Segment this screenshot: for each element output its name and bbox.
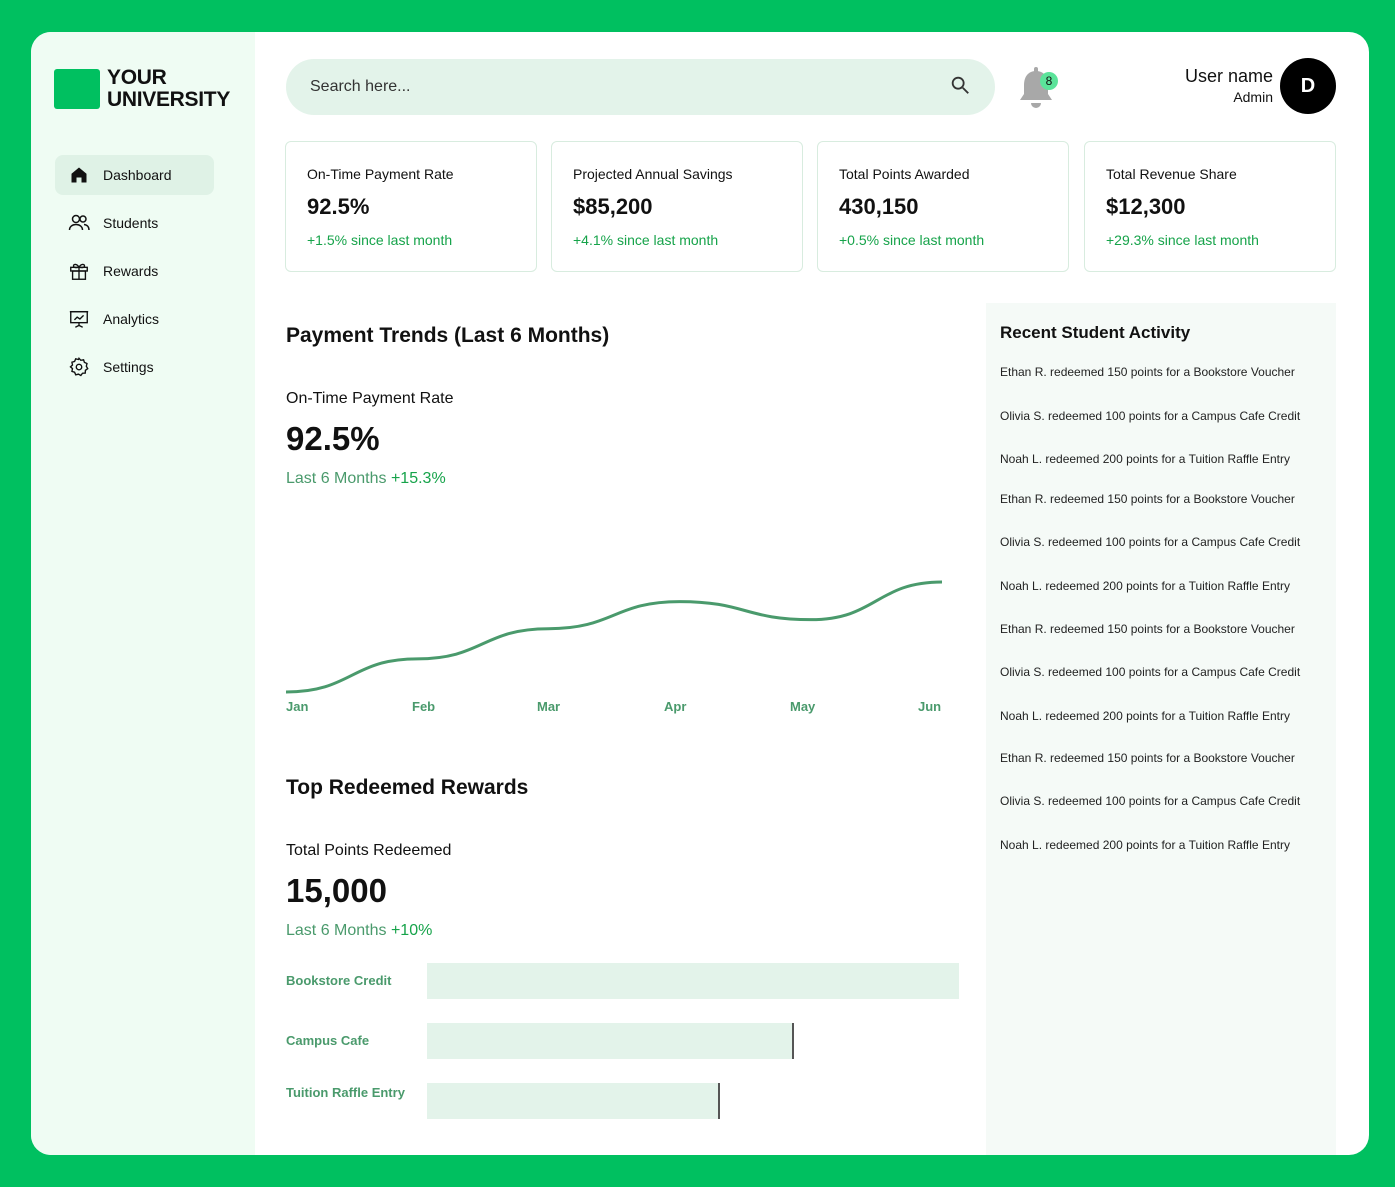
activity-item[interactable]: Noah L. redeemed 200 points for a Tuitio… xyxy=(1000,452,1322,466)
rewards-metric-label: Total Points Redeemed xyxy=(286,842,452,859)
activity-item[interactable]: Ethan R. redeemed 150 points for a Books… xyxy=(1000,751,1322,765)
activity-item[interactable]: Olivia S. redeemed 100 points for a Camp… xyxy=(1000,535,1322,549)
payment-trends-title: Payment Trends (Last 6 Months) xyxy=(286,324,610,347)
avatar[interactable]: D xyxy=(1280,58,1336,114)
stat-card: On-Time Payment Rate 92.5% +1.5% since l… xyxy=(285,141,537,272)
activity-item[interactable]: Olivia S. redeemed 100 points for a Camp… xyxy=(1000,794,1322,808)
x-tick-mar: Mar xyxy=(537,699,561,714)
stat-card: Total Points Awarded 430,150 +0.5% since… xyxy=(817,141,1069,272)
logo[interactable]: YOUR UNIVERSITY xyxy=(54,67,230,111)
bar-end-marker xyxy=(792,1023,795,1059)
bar-label: Bookstore Credit xyxy=(286,973,392,988)
stat-title: Total Points Awarded xyxy=(839,166,970,182)
presentation-chart-icon xyxy=(67,307,91,331)
activity-item[interactable]: Olivia S. redeemed 100 points for a Camp… xyxy=(1000,665,1322,679)
x-tick-apr: Apr xyxy=(664,699,687,714)
trend-series-line xyxy=(286,580,943,694)
sidebar-nav: Dashboard Students Rewards Analytics Set… xyxy=(55,155,214,395)
stat-title: Total Revenue Share xyxy=(1106,166,1237,182)
x-tick-feb: Feb xyxy=(412,699,436,714)
user-name: User name xyxy=(1184,66,1273,86)
rewards-period: Last 6 Months +10% xyxy=(286,922,432,940)
x-tick-may: May xyxy=(790,699,816,714)
trends-period-label: Last 6 Months xyxy=(286,470,387,487)
trends-period: Last 6 Months +15.3% xyxy=(286,470,446,488)
top-rewards-title: Top Redeemed Rewards xyxy=(286,776,529,799)
logo-mark xyxy=(54,69,100,109)
sidebar-item-label: Analytics xyxy=(103,311,160,327)
sidebar-item-analytics[interactable]: Analytics xyxy=(55,299,214,339)
sidebar-item-rewards[interactable]: Rewards xyxy=(55,251,214,291)
trends-delta: +15.3% xyxy=(390,470,446,487)
reward-bar xyxy=(427,1023,795,1059)
search-icon[interactable] xyxy=(949,74,971,101)
trends-metric-value: 92.5% xyxy=(286,420,380,457)
activity-item[interactable]: Noah L. redeemed 200 points for a Tuitio… xyxy=(1000,838,1322,852)
stat-change: +0.5% since last month xyxy=(839,232,985,248)
gear-icon xyxy=(67,355,91,379)
reward-bar xyxy=(427,963,959,999)
bar-label: Tuition Raffle Entry xyxy=(286,1085,405,1100)
stat-change: +29.3% since last month xyxy=(1106,232,1259,248)
users-icon xyxy=(67,211,91,235)
reward-bar xyxy=(427,1083,720,1119)
stat-value: $85,200 xyxy=(573,194,653,219)
notifications-button[interactable]: 8 xyxy=(1016,65,1058,113)
sidebar-item-label: Dashboard xyxy=(103,167,172,183)
stat-card: Total Revenue Share $12,300 +29.3% since… xyxy=(1084,141,1336,272)
x-tick-jan: Jan xyxy=(286,699,309,714)
app-frame: YOUR UNIVERSITY Dashboard Students Rewar… xyxy=(31,32,1369,1155)
activity-item[interactable]: Ethan R. redeemed 150 points for a Books… xyxy=(1000,622,1322,636)
search-bar xyxy=(286,59,995,115)
stat-change: +4.1% since last month xyxy=(573,232,719,248)
rewards-period-label: Last 6 Months xyxy=(286,922,387,939)
sidebar-item-label: Students xyxy=(103,215,159,231)
stat-change: +1.5% since last month xyxy=(307,232,453,248)
recent-activity-panel: Recent Student Activity Ethan R. redeeme… xyxy=(986,303,1336,1155)
stat-value: 92.5% xyxy=(307,194,370,219)
stat-value: 430,150 xyxy=(839,194,919,219)
search-input[interactable] xyxy=(310,78,949,96)
sidebar-item-dashboard[interactable]: Dashboard xyxy=(55,155,214,195)
stat-title: On-Time Payment Rate xyxy=(307,166,454,182)
bar-end-marker xyxy=(717,1083,720,1119)
notification-badge: 8 xyxy=(1040,72,1058,90)
trends-metric-label: On-Time Payment Rate xyxy=(286,390,454,407)
home-icon xyxy=(67,163,91,187)
sidebar-item-label: Settings xyxy=(103,359,154,375)
user-info[interactable]: User name Admin xyxy=(1185,66,1273,105)
sidebar-item-settings[interactable]: Settings xyxy=(55,347,214,387)
stat-value: $12,300 xyxy=(1106,194,1186,219)
sidebar-item-students[interactable]: Students xyxy=(55,203,214,243)
logo-line-2: UNIVERSITY xyxy=(107,88,231,111)
user-role: Admin xyxy=(1233,89,1273,105)
stat-title: Projected Annual Savings xyxy=(573,166,733,182)
logo-text: YOUR UNIVERSITY xyxy=(107,67,230,111)
sidebar: YOUR UNIVERSITY Dashboard Students Rewar… xyxy=(31,32,255,1155)
gift-icon xyxy=(67,259,91,283)
activity-item[interactable]: Noah L. redeemed 200 points for a Tuitio… xyxy=(1000,709,1322,723)
stat-card: Projected Annual Savings $85,200 +4.1% s… xyxy=(551,141,803,272)
activity-item[interactable]: Noah L. redeemed 200 points for a Tuitio… xyxy=(1000,579,1322,593)
activity-title: Recent Student Activity xyxy=(1000,323,1191,342)
rewards-metric-value: 15,000 xyxy=(286,872,387,909)
logo-line-1: YOUR xyxy=(107,66,167,89)
bar-label: Campus Cafe xyxy=(286,1033,370,1048)
x-tick-jun: Jun xyxy=(918,699,942,714)
activity-item[interactable]: Ethan R. redeemed 150 points for a Books… xyxy=(1000,365,1322,379)
rewards-delta: +10% xyxy=(390,922,433,939)
sidebar-item-label: Rewards xyxy=(103,263,159,279)
activity-item[interactable]: Ethan R. redeemed 150 points for a Books… xyxy=(1000,492,1322,506)
activity-item[interactable]: Olivia S. redeemed 100 points for a Camp… xyxy=(1000,409,1322,423)
payment-trend-chart xyxy=(286,580,943,694)
